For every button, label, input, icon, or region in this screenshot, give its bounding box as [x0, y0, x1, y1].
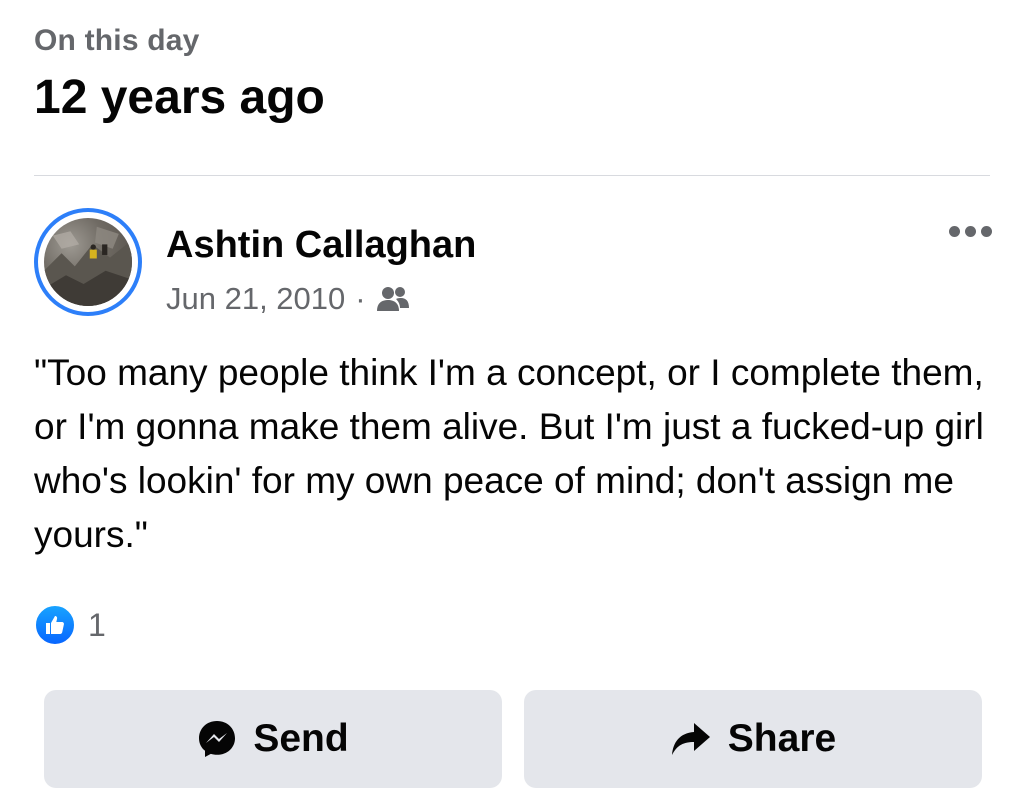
avatar[interactable]	[34, 208, 142, 316]
meta-separator: ·	[355, 281, 366, 316]
like-icon	[34, 604, 76, 646]
memory-header: On this day 12 years ago	[34, 24, 325, 125]
memory-eyebrow: On this day	[34, 24, 200, 57]
reactions-summary[interactable]: 1	[34, 604, 106, 646]
friends-icon	[376, 285, 410, 313]
send-label: Send	[253, 717, 349, 760]
share-arrow-icon	[671, 723, 710, 755]
post-text: "Too many people think I'm a concept, or…	[34, 352, 984, 555]
divider	[34, 175, 990, 176]
messenger-icon	[199, 721, 236, 757]
post-meta: Jun 21, 2010 ·	[166, 281, 410, 317]
more-options-icon[interactable]	[949, 226, 992, 237]
send-button[interactable]: Send	[44, 690, 502, 788]
share-button[interactable]: Share	[524, 690, 982, 788]
author-name[interactable]: Ashtin Callaghan	[166, 224, 476, 267]
avatar-photo	[44, 218, 132, 306]
share-label: Share	[727, 717, 837, 760]
post-date[interactable]: Jun 21, 2010	[166, 281, 345, 317]
memory-title: 12 years ago	[34, 71, 325, 124]
memory-card: On this day 12 years ago Ashtin Callagha…	[0, 0, 1024, 812]
reaction-count: 1	[88, 606, 106, 643]
